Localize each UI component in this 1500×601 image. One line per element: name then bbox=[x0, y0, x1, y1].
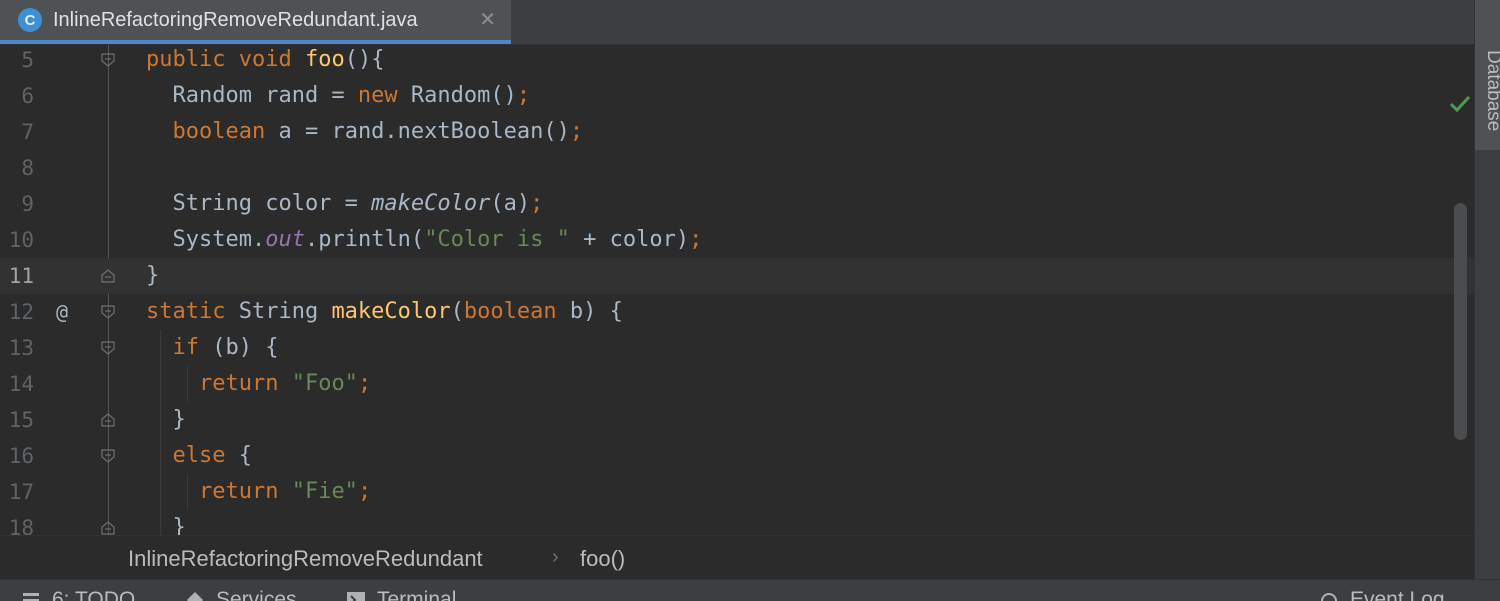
line-number: 10 bbox=[8, 228, 34, 252]
current-code-line[interactable]: 11 } bbox=[0, 258, 1474, 294]
code-text: if (b) { bbox=[172, 335, 279, 360]
line-number: 8 bbox=[21, 156, 34, 180]
code-text: else { bbox=[172, 443, 252, 468]
code-text: return "Fie"; bbox=[198, 479, 372, 504]
code-text: } bbox=[146, 263, 160, 288]
code-text: String color = makeColor(a); bbox=[146, 191, 544, 216]
code-line[interactable]: 15 } bbox=[0, 402, 1474, 438]
code-line[interactable]: 5 public void foo(){ bbox=[0, 45, 1474, 78]
java-class-icon: C bbox=[18, 8, 42, 32]
line-number: 12 bbox=[8, 300, 34, 324]
fold-end-icon[interactable] bbox=[101, 413, 115, 427]
code-line[interactable]: 18 } bbox=[0, 510, 1474, 535]
breadcrumb: InlineRefactoringRemoveRedundant › foo() bbox=[0, 535, 1474, 580]
line-number: 9 bbox=[21, 192, 34, 216]
tab-title: InlineRefactoringRemoveRedundant.java bbox=[53, 8, 418, 31]
line-number: 17 bbox=[8, 480, 34, 504]
line-number: 11 bbox=[8, 264, 34, 288]
fold-end-icon[interactable] bbox=[101, 269, 115, 283]
line-number: 13 bbox=[8, 336, 34, 360]
event-log-tool-button[interactable]: Event Log bbox=[1320, 588, 1445, 601]
code-line[interactable]: 6 Random rand = new Random(); bbox=[0, 78, 1474, 114]
fold-icon[interactable] bbox=[101, 53, 115, 67]
breadcrumb-separator: › bbox=[552, 546, 559, 568]
line-number: 6 bbox=[21, 84, 34, 108]
line-number: 18 bbox=[8, 516, 34, 535]
code-line[interactable]: 14 return "Foo"; bbox=[0, 366, 1474, 402]
vertical-scrollbar[interactable] bbox=[1454, 203, 1467, 440]
line-number: 5 bbox=[21, 48, 34, 72]
code-text: public void foo(){ bbox=[146, 47, 385, 72]
breadcrumb-method[interactable]: foo() bbox=[580, 546, 625, 572]
fold-icon[interactable] bbox=[101, 305, 115, 319]
code-line[interactable]: 13 if (b) { bbox=[0, 330, 1474, 366]
code-line[interactable]: 10 System.out.println("Color is " + colo… bbox=[0, 222, 1474, 258]
tool-window-bar: 6: TODO Services Terminal Event Log bbox=[0, 579, 1500, 601]
todo-tool-button[interactable]: 6: TODO bbox=[22, 588, 135, 601]
code-line[interactable]: 16 else { bbox=[0, 438, 1474, 474]
close-icon[interactable]: ✕ bbox=[479, 7, 496, 32]
code-text: } bbox=[146, 515, 186, 535]
code-line[interactable]: 8 bbox=[0, 150, 1474, 186]
code-text: } bbox=[146, 407, 186, 432]
breadcrumb-class[interactable]: InlineRefactoringRemoveRedundant bbox=[128, 546, 483, 572]
implements-marker-icon[interactable]: @ bbox=[56, 294, 68, 330]
code-text: static String makeColor(boolean b) { bbox=[146, 299, 623, 324]
right-tool-strip: Database bbox=[1474, 0, 1500, 579]
code-text: Random rand = new Random(); bbox=[146, 83, 531, 108]
editor-tab[interactable]: C InlineRefactoringRemoveRedundant.java … bbox=[0, 0, 511, 44]
fold-icon[interactable] bbox=[101, 341, 115, 355]
code-editor[interactable]: 5 public void foo(){ 6 Random rand = new… bbox=[0, 45, 1474, 535]
code-line[interactable]: 7 boolean a = rand.nextBoolean(); bbox=[0, 114, 1474, 150]
fold-end-icon[interactable] bbox=[101, 521, 115, 535]
code-line[interactable]: 17 return "Fie"; bbox=[0, 474, 1474, 510]
code-text: System.out.println("Color is " + color); bbox=[146, 227, 703, 252]
code-text: boolean a = rand.nextBoolean(); bbox=[172, 119, 584, 144]
line-number: 15 bbox=[8, 408, 34, 432]
code-line[interactable]: 9 String color = makeColor(a); bbox=[0, 186, 1474, 222]
editor-tab-bar: C InlineRefactoringRemoveRedundant.java … bbox=[0, 0, 1474, 45]
line-number: 16 bbox=[8, 444, 34, 468]
code-text: return "Foo"; bbox=[198, 371, 372, 396]
database-tool-tab[interactable]: Database bbox=[1475, 0, 1500, 150]
database-tab-label: Database bbox=[1483, 50, 1500, 132]
fold-icon[interactable] bbox=[101, 449, 115, 463]
checkmark-icon[interactable] bbox=[1450, 96, 1470, 112]
terminal-tool-button[interactable]: Terminal bbox=[347, 588, 456, 601]
line-number: 7 bbox=[21, 120, 34, 144]
line-number: 14 bbox=[8, 372, 34, 396]
code-line[interactable]: 12 @ static String makeColor(boolean b) … bbox=[0, 294, 1474, 330]
services-tool-button[interactable]: Services bbox=[186, 588, 297, 601]
